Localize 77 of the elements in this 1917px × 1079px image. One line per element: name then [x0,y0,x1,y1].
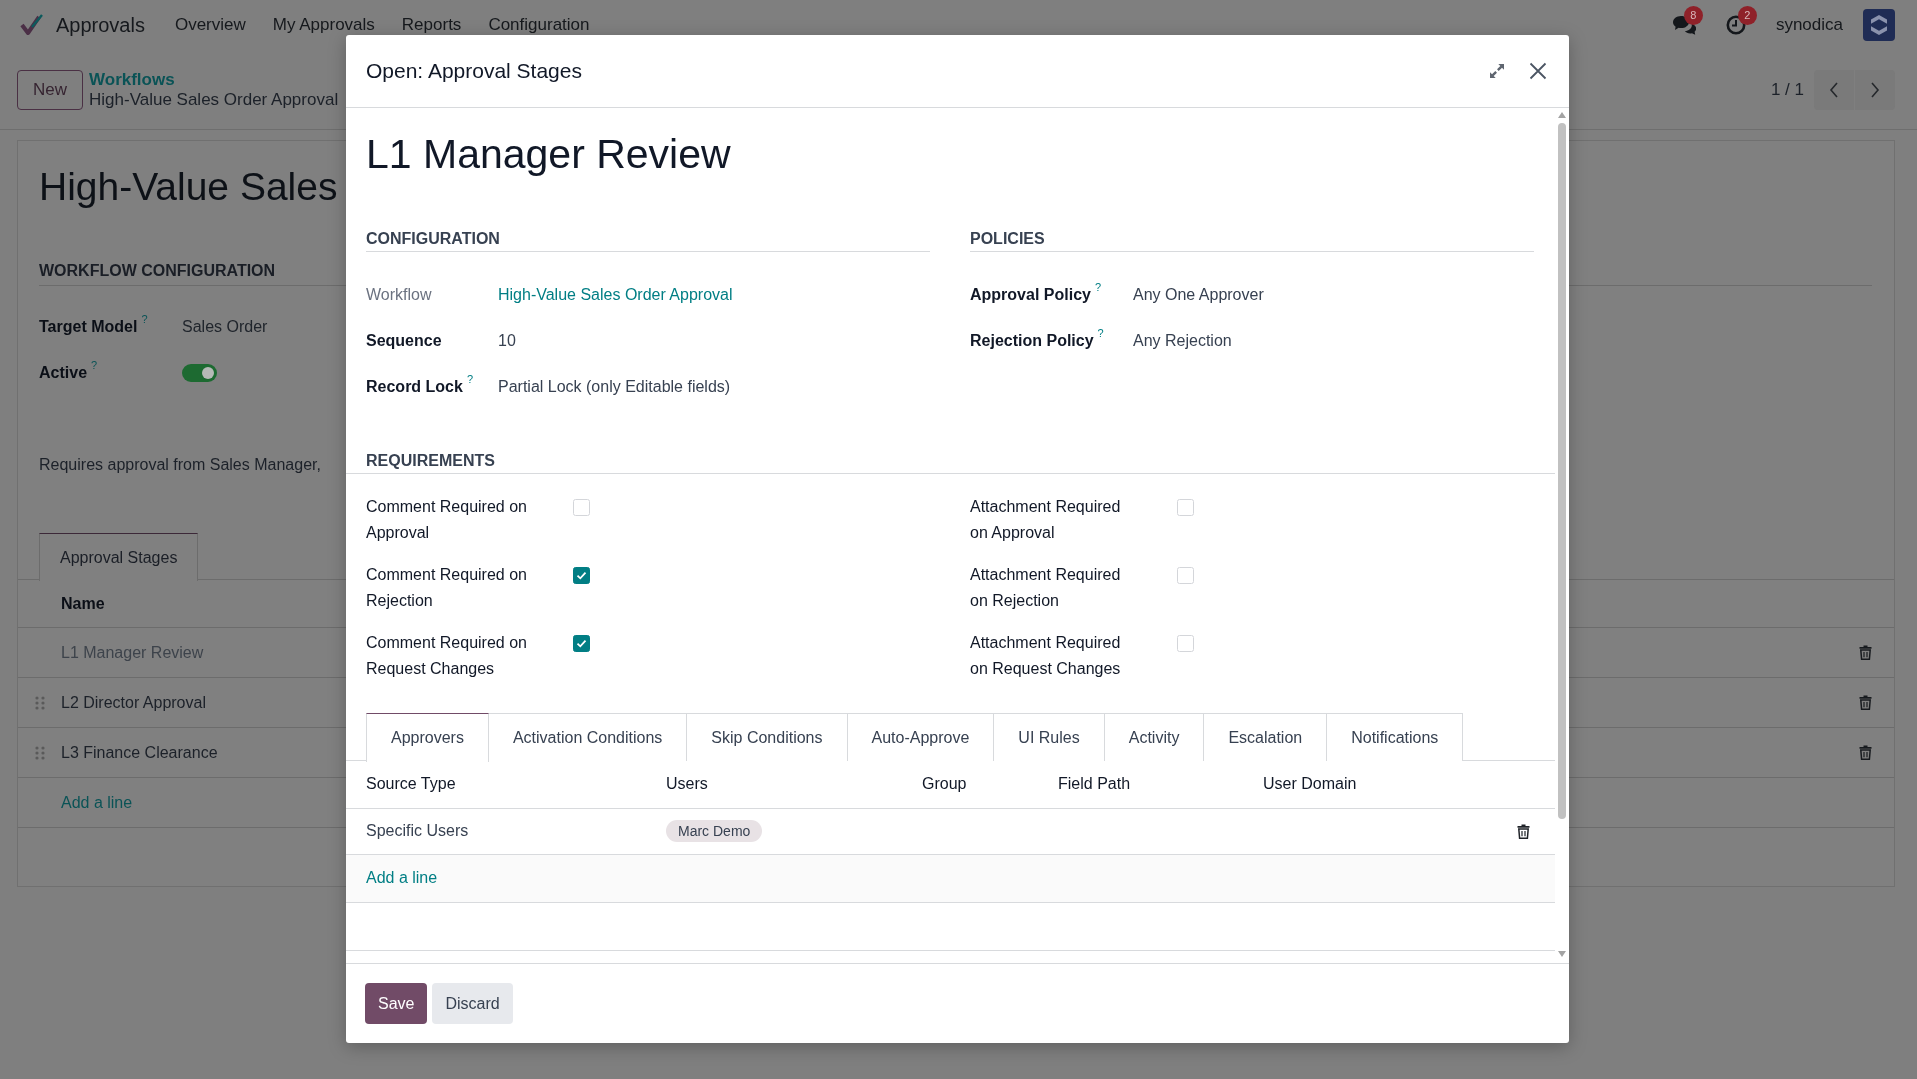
checkbox[interactable] [573,567,590,584]
checkbox[interactable] [573,635,590,652]
dialog-title: Open: Approval Stages [366,58,582,84]
tab[interactable]: Activity [1104,713,1205,761]
section-title: WORKFLOW CONFIGURATION [39,262,276,279]
save-button[interactable]: Save [365,983,428,1024]
table-cell[interactable]: L2 Director Approval [61,691,206,714]
column-header: Source Type [366,775,456,793]
column-header: Field Path [1058,775,1131,793]
field-value: Sales Order [182,317,268,337]
tab[interactable]: Approvers [366,713,489,762]
column-header: Name [61,593,105,614]
field-label: Rejection Policy [970,331,1094,351]
menu-item[interactable]: Overview [174,16,246,34]
chevron-right-icon [1870,81,1880,98]
field-label: Workflow [366,285,432,305]
field-label: Target Model [39,317,138,337]
checkmark-logo-icon[interactable] [20,14,44,36]
section-title: REQUIREMENTS [366,452,495,469]
checkbox-label: Comment Required on Request Changes [366,633,528,679]
field-value: Any Rejection [1133,331,1232,351]
field-label: Sequence [366,331,442,351]
checkbox-label: Comment Required on Approval [366,497,528,543]
user-name[interactable]: synodica [1775,14,1843,36]
count-badge: 2 [1737,6,1757,25]
tab[interactable]: Approval Stages [39,533,199,581]
tab[interactable]: Escalation [1204,713,1328,761]
tab[interactable]: Auto-Approve [847,713,995,761]
table-cell[interactable]: L1 Manager Review [61,641,204,664]
menu-item[interactable]: My Approvals [272,16,375,34]
field-value: 10 [498,331,516,351]
record-title: L1 Manager Review [366,130,731,179]
checkbox-label: Comment Required on Rejection [366,565,528,611]
user-tag[interactable]: Marc Demo [666,820,763,842]
user-avatar-icon[interactable] [1863,9,1895,41]
clock-icon [1725,15,1746,35]
checkbox-label: Attachment Required on Approval [970,497,1122,543]
checkbox-label: Attachment Required on Rejection [970,565,1122,611]
expand-icon[interactable] [1489,63,1505,79]
pager-value[interactable]: 1 / 1 [1770,78,1804,101]
field-value: Partial Lock (only Editable fields) [498,377,731,397]
drag-handle-icon[interactable] [34,745,45,760]
column-header: User Domain [1263,775,1357,793]
record-title: High-Value Sales [39,164,338,210]
tab[interactable]: Activation Conditions [488,713,688,761]
field-label: Record Lock [366,377,463,397]
close-icon[interactable] [1529,62,1547,80]
count-badge: 8 [1683,6,1703,25]
help-mark[interactable]: ? [1097,327,1104,339]
breadcrumb-current: High-Value Sales Order Approval [89,89,339,110]
description-text: Requires approval from Sales Manager, [39,456,321,473]
discard-button[interactable]: Discard [432,983,513,1024]
field-value: Any One Approver [1133,285,1264,305]
field-link[interactable]: High-Value Sales Order Approval [498,284,733,306]
column-header: Group [922,775,967,793]
checkbox-label: Attachment Required on Request Changes [970,633,1122,679]
field-label: Approval Policy [970,285,1091,305]
section-title: CONFIGURATION [366,230,500,247]
add-line-link[interactable]: Add a line [366,869,438,886]
tab[interactable]: Notifications [1327,713,1464,761]
app-name[interactable]: Approvals [56,14,145,36]
table-cell[interactable]: L3 Finance Clearance [61,741,218,764]
menu-item[interactable]: Configuration [488,16,590,34]
tab[interactable]: Skip Conditions [687,713,848,761]
new-button[interactable]: New [17,69,83,110]
field-label: Active [39,363,88,383]
trash-icon[interactable] [1517,824,1530,840]
drag-handle-icon[interactable] [34,695,45,710]
column-header: Users [666,775,708,793]
tab[interactable]: UI Rules [994,713,1105,761]
table-cell[interactable]: Specific Users [366,822,469,839]
section-title: POLICIES [970,230,1045,247]
help-mark[interactable]: ? [1094,281,1102,293]
menu-item[interactable]: Reports [401,16,462,34]
help-mark[interactable]: ? [466,373,474,385]
chevron-left-icon [1829,81,1839,98]
toggle-switch[interactable] [182,364,217,382]
